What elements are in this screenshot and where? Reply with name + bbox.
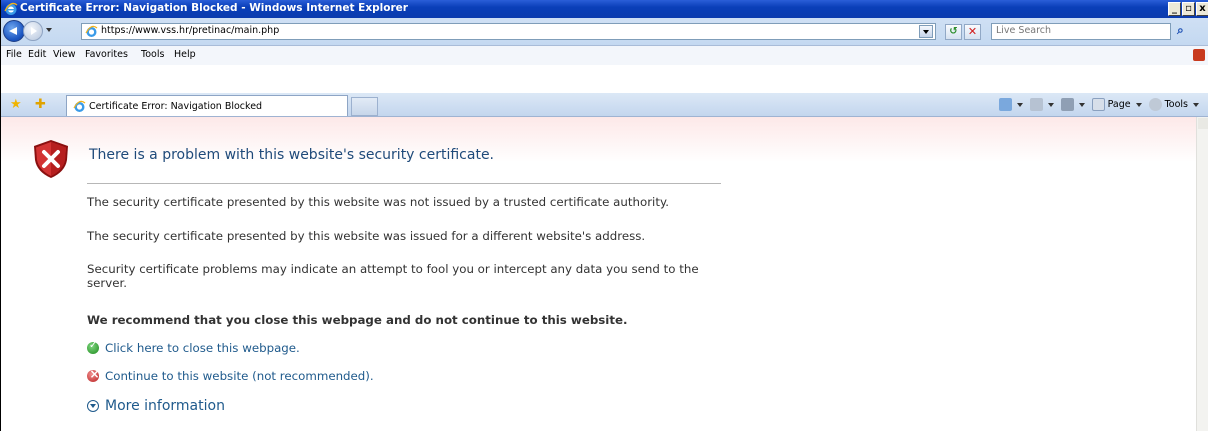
- certificate-issue-authority: The security certificate presented by th…: [87, 195, 670, 209]
- scroll-up-button[interactable]: [1198, 118, 1208, 129]
- search-input[interactable]: Live Search: [991, 23, 1171, 40]
- tab-active[interactable]: Certificate Error: Navigation Blocked: [66, 95, 348, 116]
- page-icon: [85, 25, 98, 37]
- tools-menu-button[interactable]: Tools: [1165, 99, 1188, 110]
- tab-label: Certificate Error: Navigation Blocked: [89, 101, 263, 112]
- feeds-dropdown-icon[interactable]: [1047, 102, 1054, 107]
- tab-page-icon: [73, 100, 86, 112]
- page-dropdown-icon[interactable]: [1135, 102, 1142, 107]
- close-webpage-option[interactable]: Click here to close this webpage.: [87, 340, 300, 355]
- close-webpage-link[interactable]: Click here to close this webpage.: [105, 341, 300, 355]
- feeds-cmd-icon[interactable]: [1029, 98, 1043, 111]
- stop-button[interactable]: ✕: [964, 24, 981, 40]
- maximize-button[interactable]: ▫: [1182, 2, 1195, 16]
- address-bar[interactable]: https://www.vss.hr/pretinac/main.php: [81, 23, 936, 40]
- menu-tools[interactable]: Tools: [141, 49, 164, 60]
- command-bar: Page Tools: [998, 98, 1203, 111]
- forward-button[interactable]: [23, 21, 43, 41]
- chevron-down-circle-icon: [87, 400, 99, 412]
- favorites-star-icon[interactable]: ★: [10, 97, 22, 112]
- navigation-row: https://www.vss.hr/pretinac/main.php ↺ ✕…: [1, 18, 1208, 45]
- red-x-shield-icon: [87, 367, 100, 382]
- address-url[interactable]: https://www.vss.hr/pretinac/main.php: [101, 25, 279, 36]
- tools-gear-icon: [1148, 98, 1162, 111]
- search-icon: ⌕: [1177, 23, 1184, 37]
- new-tab-button[interactable]: [351, 97, 378, 116]
- address-dropdown-button[interactable]: [919, 25, 933, 38]
- close-button[interactable]: x: [1196, 2, 1208, 16]
- menu-view[interactable]: View: [53, 49, 76, 60]
- menu-edit[interactable]: Edit: [28, 49, 46, 60]
- divider: [87, 183, 721, 184]
- page-menu-button[interactable]: Page: [1108, 99, 1131, 110]
- certificate-issue-address: The security certificate presented by th…: [87, 229, 646, 243]
- page-menu-icon: [1091, 98, 1105, 111]
- continue-option[interactable]: Continue to this website (not recommende…: [87, 367, 374, 383]
- tab-bar: ★ ✚ Certificate Error: Navigation Blocke…: [1, 93, 1208, 117]
- search-placeholder: Live Search: [996, 25, 1052, 36]
- green-check-shield-icon: [87, 340, 99, 354]
- menu-bar: File Edit View Favorites Tools Help: [1, 45, 1208, 65]
- certificate-warning-text: Security certificate problems may indica…: [87, 262, 699, 290]
- more-information-toggle[interactable]: More information: [87, 398, 225, 414]
- recommendation-text: We recommend that you close this webpage…: [87, 313, 628, 327]
- vertical-scrollbar[interactable]: [1196, 117, 1208, 431]
- menu-help[interactable]: Help: [174, 49, 196, 60]
- print-icon[interactable]: [1060, 98, 1074, 111]
- search-button[interactable]: ⌕: [1175, 23, 1205, 40]
- menu-favorites[interactable]: Favorites: [85, 49, 128, 60]
- shield-error-icon: [34, 140, 68, 178]
- more-information-label[interactable]: More information: [105, 398, 225, 414]
- window-title: Certificate Error: Navigation Blocked - …: [20, 2, 408, 14]
- feeds-icon[interactable]: [1193, 49, 1205, 61]
- tools-dropdown-icon[interactable]: [1193, 102, 1199, 107]
- continue-website-link[interactable]: Continue to this website (not recommende…: [105, 369, 374, 383]
- minimize-button[interactable]: _: [1168, 2, 1181, 16]
- title-bar: Certificate Error: Navigation Blocked - …: [1, 0, 1208, 18]
- back-button[interactable]: [3, 20, 25, 42]
- ie-logo-icon: [4, 2, 18, 15]
- home-dropdown-icon[interactable]: [1016, 102, 1023, 107]
- address-toolbar: https://www.vss.hr/pretinac/main.php ↺ ✕…: [1, 18, 1208, 65]
- ie-window: Certificate Error: Navigation Blocked - …: [0, 0, 1208, 431]
- recent-pages-dropdown-icon[interactable]: [46, 28, 52, 32]
- print-dropdown-icon[interactable]: [1078, 102, 1085, 107]
- menu-file[interactable]: File: [6, 49, 22, 60]
- home-icon[interactable]: [998, 98, 1012, 111]
- window-controls: _ ▫ x: [1168, 2, 1208, 16]
- page-title: There is a problem with this website's s…: [89, 147, 495, 163]
- add-favorites-icon[interactable]: ✚: [35, 97, 46, 112]
- refresh-button[interactable]: ↺: [945, 24, 962, 40]
